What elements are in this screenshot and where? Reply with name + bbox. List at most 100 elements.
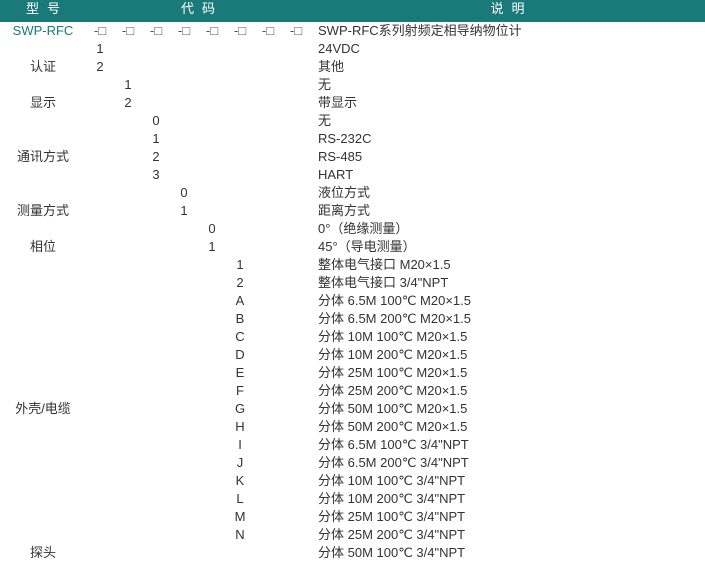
table-row: 1 无 xyxy=(0,76,705,94)
label-measure: 测量方式 xyxy=(0,202,86,220)
code-cell: G xyxy=(226,400,254,418)
model-base: SWP-RFC xyxy=(0,22,86,40)
code-cell: 1 xyxy=(198,238,226,256)
desc-cell: HART xyxy=(310,166,705,184)
code-cell: C xyxy=(226,328,254,346)
table-row: 0 无 xyxy=(0,112,705,130)
desc-cell: 分体 25M 200℃ 3/4"NPT xyxy=(310,526,705,544)
desc-cell: 45°（导电测量） xyxy=(310,238,705,256)
code-cell: K xyxy=(226,472,254,490)
code-placeholder: -□ xyxy=(226,22,254,40)
header-code: 代码 xyxy=(86,0,310,22)
code-cell: N xyxy=(226,526,254,544)
desc-cell: RS-232C xyxy=(310,130,705,148)
desc-cell: 24VDC xyxy=(310,40,705,58)
code-cell: 2 xyxy=(226,274,254,292)
label-display: 显示 xyxy=(0,94,86,112)
code-cell: 1 xyxy=(226,256,254,274)
table-row: E分体 25M 100℃ M20×1.5 xyxy=(0,364,705,382)
table-row: D 分体 10M 200℃ M20×1.5 xyxy=(0,346,705,364)
code-cell: H xyxy=(226,418,254,436)
desc-cell: 距离方式 xyxy=(310,202,705,220)
code-placeholder: -□ xyxy=(114,22,142,40)
desc-cell: 分体 25M 100℃ M20×1.5 xyxy=(310,364,705,382)
table-row: 1 整体电气接口 M20×1.5 xyxy=(0,256,705,274)
desc-cell: 0°（绝缘测量） xyxy=(310,220,705,238)
code-cell: 2 xyxy=(86,58,114,76)
desc-cell: 分体 6.5M 100℃ 3/4"NPT xyxy=(310,436,705,454)
code-cell: 0 xyxy=(170,184,198,202)
table-row: A 分体 6.5M 100℃ M20×1.5 xyxy=(0,292,705,310)
table-row: C 分体 10M 100℃ M20×1.5 xyxy=(0,328,705,346)
desc-cell: 分体 10M 100℃ 3/4"NPT xyxy=(310,472,705,490)
code-cell: M xyxy=(226,508,254,526)
table-row: 相位 1 45°（导电测量） xyxy=(0,238,705,256)
code-cell: 1 xyxy=(114,76,142,94)
desc-cell: 整体电气接口 3/4"NPT xyxy=(310,274,705,292)
code-cell: 2 xyxy=(114,94,142,112)
desc-cell: 分体 25M 200℃ M20×1.5 xyxy=(310,382,705,400)
code-cell: 1 xyxy=(86,40,114,58)
label-phase: 相位 xyxy=(0,238,86,256)
table-header-row: 型号 代码 说明 xyxy=(0,0,705,22)
table-row: H 分体 50M 200℃ M20×1.5 xyxy=(0,418,705,436)
desc-cell: 分体 6.5M 100℃ M20×1.5 xyxy=(310,292,705,310)
desc-cell: 分体 6.5M 200℃ 3/4"NPT xyxy=(310,454,705,472)
code-cell: L xyxy=(226,490,254,508)
desc-cell: 分体 50M 100℃ M20×1.5 xyxy=(310,400,705,418)
code-cell: A xyxy=(226,292,254,310)
table-row: SWP-RFC -□ -□ -□ -□ -□ -□ -□ -□ SWP-RFC系… xyxy=(0,22,705,40)
table-row: 1 RS-232C xyxy=(0,130,705,148)
table-row: 认证 2 其他 xyxy=(0,58,705,76)
code-cell: D xyxy=(226,346,254,364)
code-placeholder: -□ xyxy=(282,22,310,40)
code-cell: I xyxy=(226,436,254,454)
code-placeholder: -□ xyxy=(198,22,226,40)
code-cell: 0 xyxy=(198,220,226,238)
table-row: 1 24VDC xyxy=(0,40,705,58)
table-row: 探头 分体 50M 100℃ 3/4"NPT xyxy=(0,544,705,562)
code-placeholder: -□ xyxy=(254,22,282,40)
desc-cell: 其他 xyxy=(310,58,705,76)
code-cell: B xyxy=(226,310,254,328)
table-row: 0 0°（绝缘测量） xyxy=(0,220,705,238)
desc-cell: 分体 10M 100℃ M20×1.5 xyxy=(310,328,705,346)
model-code-table: 型号 代码 说明 SWP-RFC -□ -□ -□ -□ -□ -□ -□ -□… xyxy=(0,0,705,562)
desc-cell: 无 xyxy=(310,76,705,94)
desc-cell: 整体电气接口 M20×1.5 xyxy=(310,256,705,274)
code-cell xyxy=(254,544,282,562)
code-cell: 0 xyxy=(142,112,170,130)
table-row: L分体 10M 200℃ 3/4"NPT xyxy=(0,490,705,508)
code-cell: 3 xyxy=(142,166,170,184)
label-comm: 通讯方式 xyxy=(0,148,86,166)
desc-cell: 分体 50M 200℃ M20×1.5 xyxy=(310,418,705,436)
desc-cell: 分体 50M 100℃ 3/4"NPT xyxy=(310,544,705,562)
table-row: B分体 6.5M 200℃ M20×1.5 xyxy=(0,310,705,328)
table-row: 测量方式 1 距离方式 xyxy=(0,202,705,220)
code-cell: 2 xyxy=(142,148,170,166)
table-row: J分体 6.5M 200℃ 3/4"NPT xyxy=(0,454,705,472)
header-desc: 说明 xyxy=(310,0,705,22)
table-row: 通讯方式 2 RS-485 xyxy=(0,148,705,166)
table-row: 3 HART xyxy=(0,166,705,184)
code-cell: F xyxy=(226,382,254,400)
desc-cell: 带显示 xyxy=(310,94,705,112)
desc-cell: 分体 10M 200℃ M20×1.5 xyxy=(310,346,705,364)
code-placeholder: -□ xyxy=(170,22,198,40)
table-row: 2 整体电气接口 3/4"NPT xyxy=(0,274,705,292)
table-row: 0 液位方式 xyxy=(0,184,705,202)
code-placeholder: -□ xyxy=(142,22,170,40)
table-row: I 分体 6.5M 100℃ 3/4"NPT xyxy=(0,436,705,454)
code-cell: 1 xyxy=(142,130,170,148)
label-housing: 外壳/电缆 xyxy=(0,400,86,418)
desc-cell: 无 xyxy=(310,112,705,130)
header-model: 型号 xyxy=(0,0,86,22)
table-row: M分体 25M 100℃ 3/4"NPT xyxy=(0,508,705,526)
desc-cell: RS-485 xyxy=(310,148,705,166)
desc-cell: 液位方式 xyxy=(310,184,705,202)
label-cert: 认证 xyxy=(0,58,86,76)
table-row: F 分体 25M 200℃ M20×1.5 xyxy=(0,382,705,400)
code-placeholder: -□ xyxy=(86,22,114,40)
table-row: 显示 2 带显示 xyxy=(0,94,705,112)
desc-cell: SWP-RFC系列射频定相导纳物位计 xyxy=(310,22,705,40)
